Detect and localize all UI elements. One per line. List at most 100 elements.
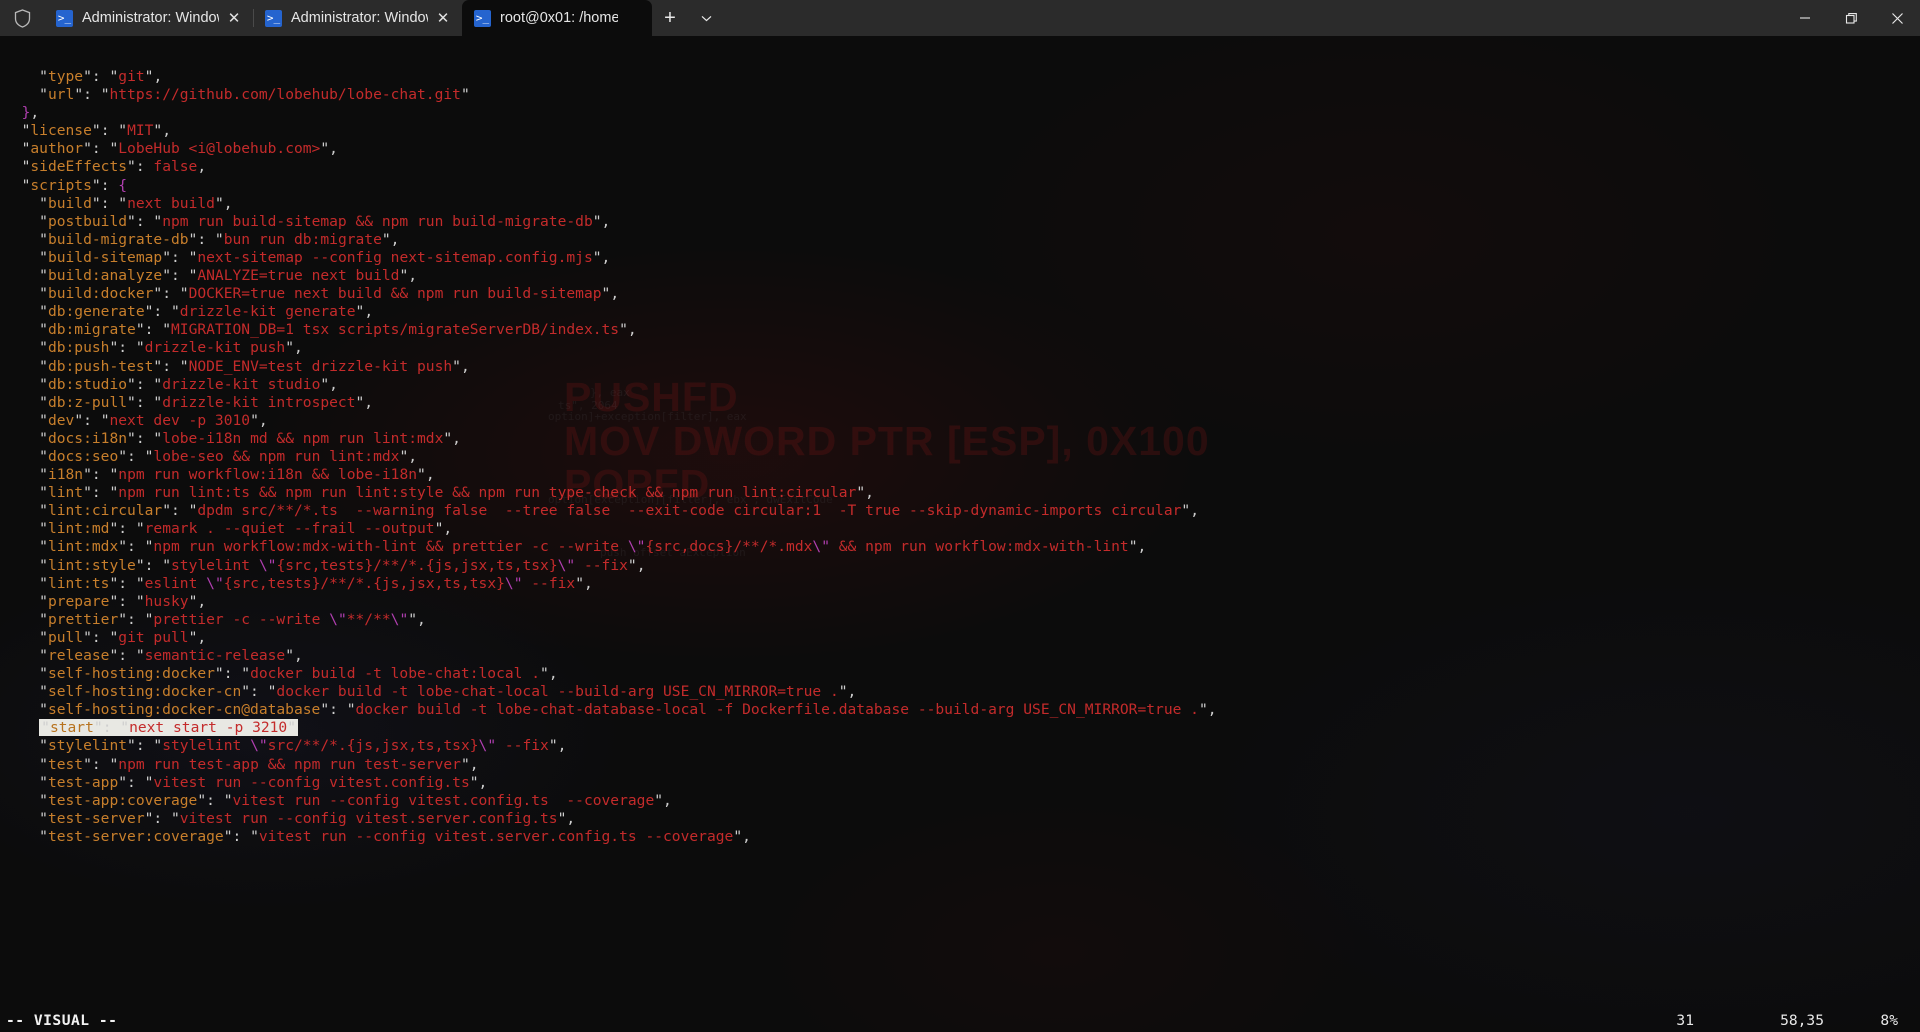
tab-close-icon[interactable]: ✕ xyxy=(428,3,458,33)
token-k: self-hosting:docker-cn@database xyxy=(47,701,321,719)
editor-line: "prepare": "husky", xyxy=(0,593,1217,611)
token-p: , xyxy=(566,809,576,827)
token-k: release xyxy=(47,647,110,664)
token-p: " xyxy=(179,285,189,303)
token-k: lint:mdx xyxy=(47,538,119,556)
editor-line: }, xyxy=(0,104,1217,122)
tab-close-icon[interactable]: ✕ xyxy=(219,3,249,33)
token-p: " xyxy=(83,755,92,773)
tab-powershell-1[interactable]: >_ Administrator: Windows Power ✕ xyxy=(44,0,253,36)
editor-line: "db:migrate": "MIGRATION_DB=1 tsx script… xyxy=(0,321,1217,339)
token-k: type xyxy=(47,68,84,85)
token-p: " xyxy=(41,719,50,737)
token-s: DOCKER=true next build && npm run build-… xyxy=(188,285,602,303)
token-p: " xyxy=(109,466,119,484)
token-p: : xyxy=(144,556,163,574)
token-f: false xyxy=(153,158,198,176)
token-p: " xyxy=(1198,701,1208,719)
editor-line: "db:studio": "drizzle-kit studio", xyxy=(0,376,1217,394)
token-s: lobe-i18n md && npm run lint:mdx xyxy=(162,429,444,447)
token-k: db:studio xyxy=(47,375,128,393)
token-p: : xyxy=(135,158,154,176)
token-k: pull xyxy=(47,628,84,646)
token-p: " xyxy=(39,86,48,104)
token-s: vitest run --config vitest.server.config… xyxy=(179,809,558,827)
token-p: : xyxy=(135,375,154,393)
token-p: " xyxy=(381,230,391,248)
token-p: " xyxy=(39,248,48,266)
token-p: , xyxy=(258,411,268,429)
token-s: next build xyxy=(127,194,215,212)
token-k: start xyxy=(49,719,94,737)
token-p: " xyxy=(109,140,119,158)
editor-line: "test": "npm run test-app && npm run tes… xyxy=(0,756,1217,774)
token-p: " xyxy=(1181,502,1191,520)
token-s: --fix xyxy=(496,737,549,755)
token-s: dpdm src/**/*.ts --warning false --tree … xyxy=(197,502,1182,520)
token-s: next start -p 3210 xyxy=(129,719,288,737)
token-p: " xyxy=(153,429,163,447)
token-p: , xyxy=(1137,538,1147,556)
token-p: , xyxy=(329,375,338,393)
token-s: semantic-release xyxy=(144,647,286,664)
token-p: " xyxy=(127,393,136,411)
powershell-icon: >_ xyxy=(265,9,282,27)
token-p: : xyxy=(91,68,110,85)
token-p: : xyxy=(329,701,347,719)
token-p: " xyxy=(320,375,330,393)
editor-buffer[interactable]: "type": "git", "url": "https://github.co… xyxy=(0,36,1217,846)
token-b: \" xyxy=(627,538,646,556)
cursor-position: 58,35 xyxy=(1780,1011,1824,1029)
token-p: : xyxy=(232,827,251,845)
minimize-icon[interactable] xyxy=(1782,0,1828,36)
token-p: " xyxy=(153,375,163,393)
terminal-pane[interactable]: PUSHFD MOV DWORD PTR [ESP], 0X100 POPFD … xyxy=(0,36,1920,1032)
token-p: , xyxy=(408,447,418,465)
token-p: " xyxy=(127,158,136,176)
token-p: " xyxy=(355,303,365,321)
token-p: , xyxy=(197,158,207,176)
token-p: " xyxy=(39,628,48,646)
token-p: " xyxy=(153,285,163,303)
token-s: git xyxy=(118,68,145,85)
editor-line: "author": "LobeHub <i@lobehub.com>", xyxy=(0,140,1217,158)
token-p: , xyxy=(294,339,303,357)
token-p: " xyxy=(39,411,48,429)
token-p: , xyxy=(364,393,374,411)
token-p: , xyxy=(865,484,874,502)
token-p: : xyxy=(153,303,171,321)
tab-title: root@0x01: /home/ubuntu/Ai xyxy=(500,10,618,26)
editor-line: "url": "https://github.com/lobehub/lobe-… xyxy=(0,86,1217,104)
token-k: db:generate xyxy=(47,303,145,321)
token-p: " xyxy=(135,556,145,574)
token-s: npm run lint:ts && npm run lint:style &&… xyxy=(118,484,857,502)
token-p: , xyxy=(1190,502,1200,520)
close-icon[interactable] xyxy=(1874,0,1920,36)
maximize-icon[interactable] xyxy=(1828,0,1874,36)
token-s: **/** xyxy=(346,610,391,628)
token-p: : xyxy=(127,538,145,556)
tab-powershell-2[interactable]: >_ Administrator: Windows Power ✕ xyxy=(253,0,462,36)
token-p: " xyxy=(39,701,48,719)
token-p: " xyxy=(39,556,48,574)
token-p: " xyxy=(619,321,628,339)
editor-line: "lint:ts": "eslint \"{src,tests}/**/*.{j… xyxy=(0,575,1217,593)
tab-ssh-root-active[interactable]: >_ root@0x01: /home/ubuntu/Ai ✕ xyxy=(462,0,652,36)
selected-lines-count: 31 xyxy=(1676,1011,1694,1029)
chevron-down-icon[interactable] xyxy=(688,0,724,36)
token-p: , xyxy=(847,683,857,701)
token-p: " xyxy=(118,447,128,465)
token-s: vitest run --config vitest.server.config… xyxy=(258,827,734,845)
token-s: drizzle-kit studio xyxy=(162,375,321,393)
token-k: stylelint xyxy=(47,737,128,755)
token-p: " xyxy=(83,628,92,646)
token-p: : xyxy=(162,285,180,303)
token-k: db:push xyxy=(47,339,110,357)
token-s: bun run db:migrate xyxy=(223,230,382,248)
token-p: : xyxy=(91,466,110,484)
new-tab-button[interactable]: + xyxy=(652,0,688,36)
